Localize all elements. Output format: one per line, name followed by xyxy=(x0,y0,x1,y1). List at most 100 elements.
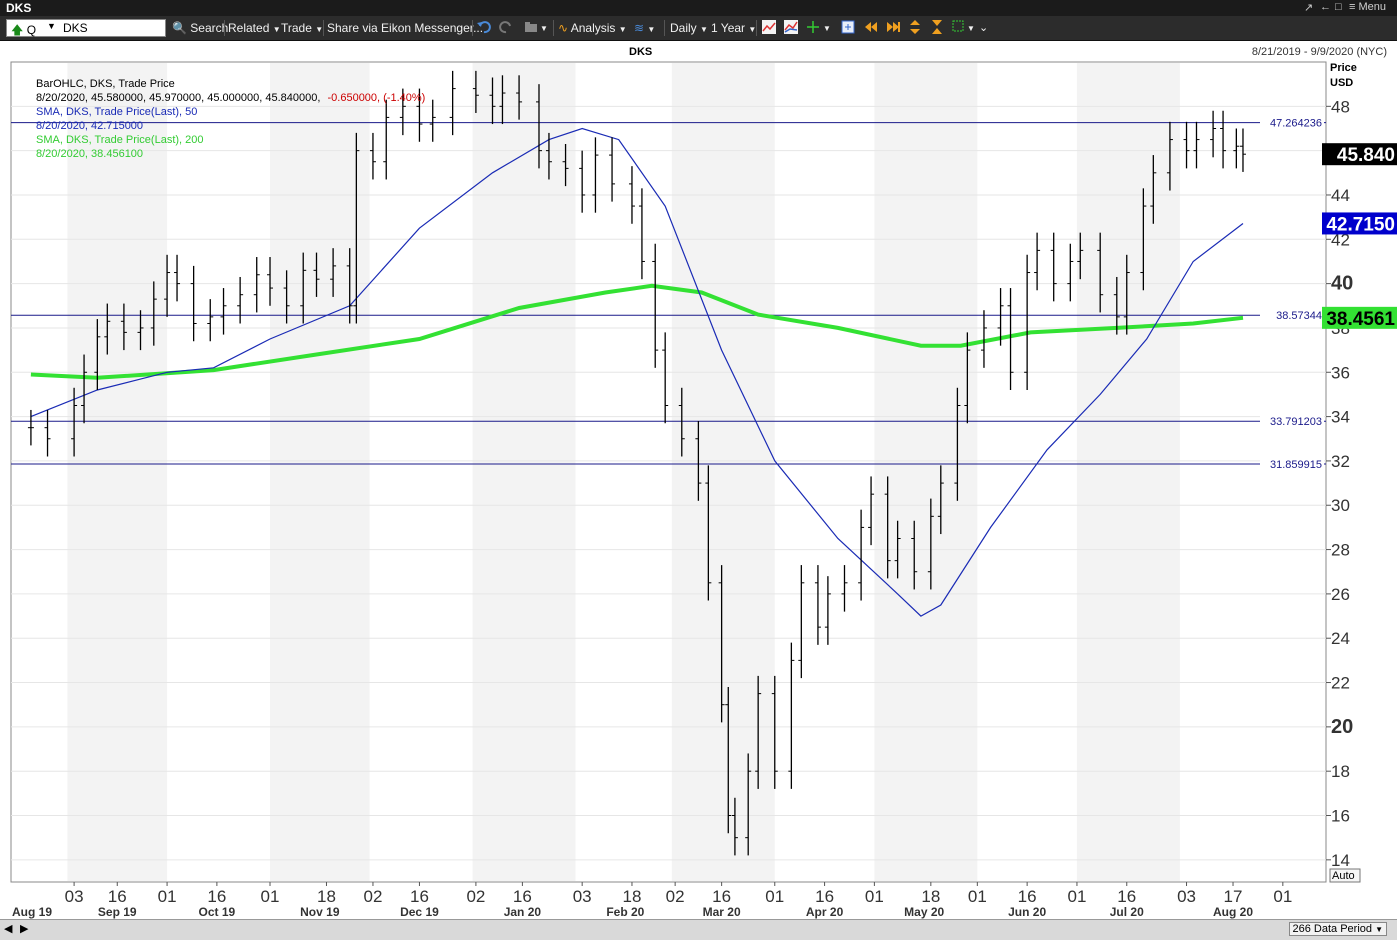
dropdown-chevron-icon[interactable]: ▼ xyxy=(47,21,56,31)
x-tick-label: 16 xyxy=(712,887,731,906)
chart-title: DKS xyxy=(629,46,652,58)
interval-select[interactable]: Daily ▼ xyxy=(670,21,708,35)
x-tick-label: 16 xyxy=(513,887,532,906)
x-month-label: Aug 20 xyxy=(1213,905,1253,919)
x-tick-label: 02 xyxy=(363,887,382,906)
x-tick-label: 01 xyxy=(1273,887,1292,906)
x-month-label: Dec 19 xyxy=(400,905,439,919)
x-tick-label: 18 xyxy=(623,887,642,906)
dropdown-arrow-icon[interactable]: ▼ xyxy=(823,24,831,33)
trade-menu[interactable]: Trade ▼ xyxy=(281,21,323,35)
x-month-label: Sep 19 xyxy=(98,905,137,919)
last-price-badge: 45.840 xyxy=(1337,145,1395,166)
legend-sma200-label: SMA, DKS, Trade Price(Last), 200 xyxy=(36,134,204,146)
more-chevron-icon[interactable]: ⌄ xyxy=(979,21,988,34)
month-band xyxy=(472,63,576,881)
up-arrow-icon: 🡅 xyxy=(11,23,24,37)
y-tick-label: 20 xyxy=(1331,716,1353,738)
month-bands xyxy=(10,61,1327,883)
dropdown-arrow-icon: ▼ xyxy=(272,25,281,34)
data-period-select[interactable]: 266 Data Period ▼ xyxy=(1288,922,1387,936)
x-month-label: Feb 20 xyxy=(606,905,644,919)
crosshair-icon[interactable] xyxy=(806,20,820,34)
compare-chart-icon[interactable] xyxy=(784,20,798,34)
y-tick-label: 34 xyxy=(1331,408,1350,427)
y-tick-label: 22 xyxy=(1331,674,1350,693)
x-tick-label: 03 xyxy=(65,887,84,906)
month-band xyxy=(270,63,370,881)
related-menu[interactable]: Related ▼ xyxy=(228,21,281,35)
undo-icon[interactable] xyxy=(477,20,491,34)
x-tick-label: 01 xyxy=(261,887,280,906)
sma50-badge: 42.7150 xyxy=(1326,214,1395,235)
x-month-label: Jun 20 xyxy=(1008,905,1046,919)
x-axis: 03 16 01 16 01 18 02 16 02 16 03 18 02 16 01 16 01 18 01 16… xyxy=(12,882,1292,919)
currency-label: USD xyxy=(1330,77,1353,89)
studies-menu[interactable]: ≋ ▼ xyxy=(634,21,655,35)
x-tick-label: 01 xyxy=(158,887,177,906)
share-button[interactable]: Share via Eikon Messenger... xyxy=(327,21,483,35)
y-tick-label: 48 xyxy=(1331,97,1350,116)
x-tick-label: 03 xyxy=(1177,887,1196,906)
range-select[interactable]: 1 Year ▼ xyxy=(711,21,756,35)
x-tick-label: 01 xyxy=(765,887,784,906)
x-tick-label: 01 xyxy=(968,887,987,906)
x-tick-label: 16 xyxy=(108,887,127,906)
window-title: DKS xyxy=(6,1,32,15)
search-button[interactable]: 🔍 Search xyxy=(172,21,228,35)
symbol-input[interactable]: 🡅 Q ▼ DKS xyxy=(6,19,166,37)
svg-text:Auto: Auto xyxy=(1332,870,1355,882)
x-month-label: Apr 20 xyxy=(806,905,844,919)
y-tick-label: 24 xyxy=(1331,629,1350,648)
auto-scale-button[interactable]: Auto xyxy=(1329,868,1361,883)
y-tick-label: 28 xyxy=(1331,541,1350,560)
sma200-badge: 38.4561 xyxy=(1326,309,1395,330)
back-icon[interactable]: ← xyxy=(1320,1,1331,13)
analysis-menu[interactable]: ∿ Analysis ▼ xyxy=(558,21,627,35)
x-month-label: Oct 19 xyxy=(199,905,236,919)
x-tick-label: 02 xyxy=(666,887,685,906)
scroll-left-icon[interactable]: ◀ xyxy=(4,922,12,935)
x-month-label: Jan 20 xyxy=(504,905,542,919)
x-tick-label: 17 xyxy=(1224,887,1243,906)
line-chart-icon[interactable] xyxy=(762,20,776,34)
x-tick-label: 01 xyxy=(1067,887,1086,906)
restore-icon[interactable]: ↗ xyxy=(1304,1,1313,14)
dropdown-arrow-icon: ▼ xyxy=(315,25,324,34)
scroll-right-icon[interactable]: ▶ xyxy=(20,922,28,935)
folder-icon[interactable] xyxy=(524,20,538,34)
expand-vertical-icon[interactable] xyxy=(908,20,922,34)
x-tick-label: 18 xyxy=(317,887,336,906)
toolbar: 🡅 Q ▼ DKS 🔍 Search Related ▼ Trade ▼ Sha… xyxy=(0,16,1397,41)
zoom-box-icon[interactable] xyxy=(841,20,855,34)
y-tick-label: 30 xyxy=(1331,496,1350,515)
x-tick-label: 01 xyxy=(865,887,884,906)
x-tick-label: 16 xyxy=(1018,887,1037,906)
bottom-scrollbar[interactable]: ◀ ▶ 266 Data Period ▼ xyxy=(0,919,1397,940)
x-tick-label: 16 xyxy=(410,887,429,906)
horizontal-line-label: 47.264236 xyxy=(1270,118,1322,130)
x-month-label: Jul 20 xyxy=(1110,905,1144,919)
y-tick-label: 18 xyxy=(1331,762,1350,781)
y-tick-label: 44 xyxy=(1331,186,1350,205)
legend-sma200-value: 8/20/2020, 38.456100 xyxy=(36,148,143,160)
scroll-right-icon[interactable] xyxy=(886,20,900,34)
select-area-icon[interactable] xyxy=(952,20,966,34)
search-icon: 🔍 xyxy=(172,21,187,35)
chart-area[interactable]: 47.264236 38.57344 33.791203 31.859915 14 16… xyxy=(0,41,1397,919)
month-band xyxy=(67,63,168,881)
price-chart[interactable]: 47.264236 38.57344 33.791203 31.859915 14 16… xyxy=(0,41,1397,919)
scroll-left-icon[interactable] xyxy=(864,20,878,34)
menu-button[interactable]: ≡ Menu xyxy=(1349,1,1386,13)
collapse-vertical-icon[interactable] xyxy=(930,20,944,34)
legend-sma50-value: 8/20/2020, 42.715000 xyxy=(36,120,143,132)
horizontal-line-label: 38.57344 xyxy=(1276,310,1322,322)
month-band xyxy=(671,63,775,881)
redo-icon[interactable] xyxy=(499,20,513,34)
close-icon[interactable]: □ xyxy=(1335,1,1342,13)
dropdown-arrow-icon[interactable]: ▼ xyxy=(967,24,975,33)
month-band xyxy=(1076,63,1180,881)
month-band xyxy=(874,63,978,881)
dropdown-arrow-icon[interactable]: ▼ xyxy=(540,24,548,33)
y-tick-label: 32 xyxy=(1331,452,1350,471)
